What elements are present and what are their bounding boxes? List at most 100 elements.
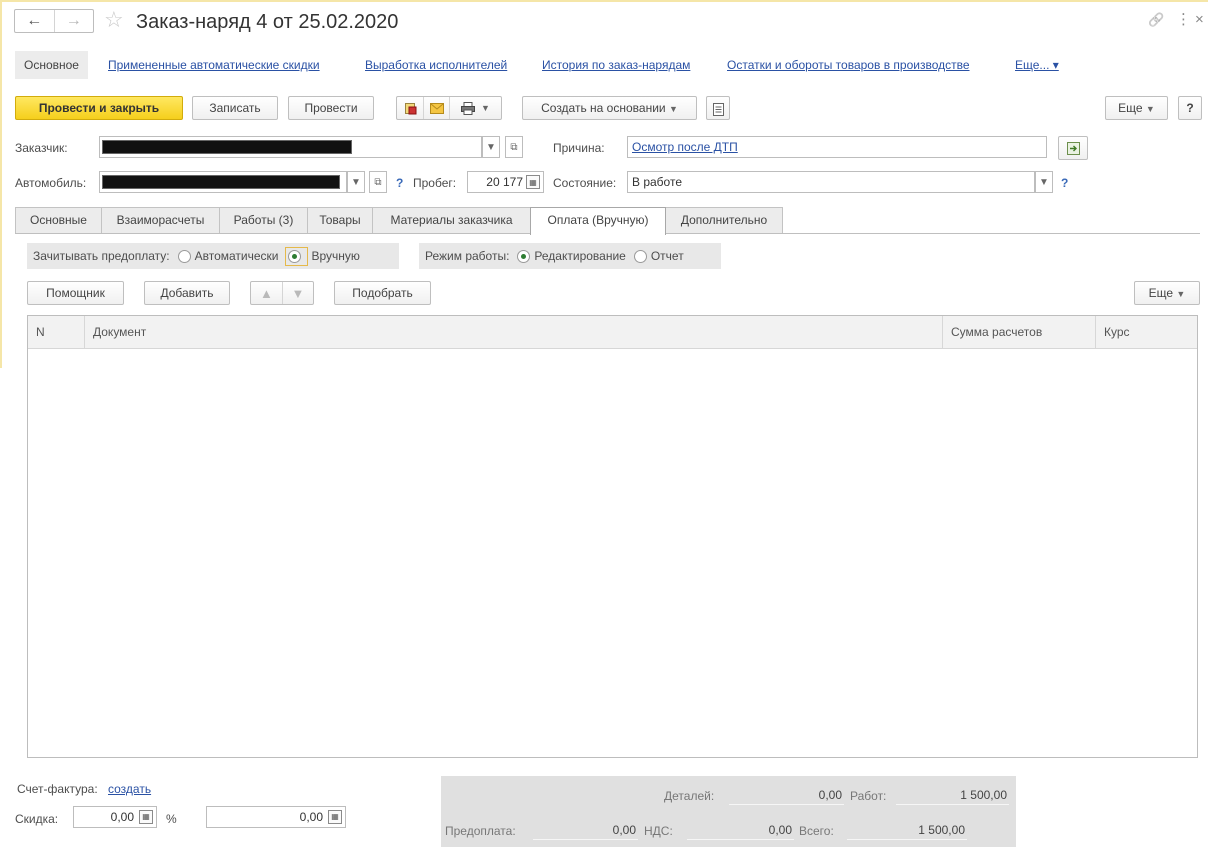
radio-automatic-label[interactable]: Автоматически bbox=[195, 249, 279, 263]
column-document[interactable]: Документ bbox=[84, 316, 942, 349]
reason-label: Причина: bbox=[553, 141, 605, 155]
works-label: Работ: bbox=[850, 789, 887, 803]
prepay-total-label: Предоплата: bbox=[445, 824, 516, 838]
column-n[interactable]: N bbox=[28, 316, 84, 349]
tab-works[interactable]: Работы (3) bbox=[219, 207, 308, 233]
radio-editing-label[interactable]: Редактирование bbox=[534, 249, 625, 263]
radio-report-label[interactable]: Отчет bbox=[651, 249, 684, 263]
more-menu-icon[interactable]: ⋮ bbox=[1176, 10, 1191, 30]
radio-manual-label[interactable]: Вручную bbox=[312, 249, 360, 263]
radio-automatic[interactable] bbox=[177, 249, 191, 263]
report-icon[interactable] bbox=[397, 97, 423, 119]
vat-label: НДС: bbox=[644, 824, 673, 838]
payments-table[interactable]: N Документ Сумма расчетов Курс bbox=[27, 315, 1198, 758]
move-down-arrow-icon[interactable]: ▼ bbox=[281, 282, 313, 304]
pick-button[interactable]: Подобрать bbox=[334, 281, 431, 305]
post-button[interactable]: Провести bbox=[288, 96, 374, 120]
reason-value[interactable]: Осмотр после ДТП bbox=[628, 137, 1046, 157]
prepay-total-value: 0,00 bbox=[533, 820, 638, 840]
calculator-icon[interactable]: ▦ bbox=[526, 175, 540, 189]
link-performers-output[interactable]: Выработка исполнителей bbox=[365, 58, 507, 72]
forward-arrow-icon[interactable]: → bbox=[53, 10, 94, 32]
discount-percent-value: 0,00 bbox=[110, 810, 134, 824]
more-button[interactable]: Еще ▼ bbox=[1105, 96, 1168, 120]
mileage-field[interactable]: 20 177 ▦ bbox=[467, 171, 544, 193]
tab-main[interactable]: Основные bbox=[15, 207, 102, 233]
mode-option-group: Режим работы: Редактирование Отчет bbox=[419, 243, 721, 269]
link-stock-turnover[interactable]: Остатки и обороты товаров в производстве bbox=[727, 58, 970, 72]
table-header: N Документ Сумма расчетов Курс bbox=[28, 316, 1197, 349]
move-buttons-group: ▲ ▼ bbox=[250, 281, 314, 305]
radio-editing[interactable] bbox=[517, 249, 531, 263]
window-title: Заказ-наряд 4 от 25.02.2020 bbox=[136, 11, 399, 33]
invoice-create-link[interactable]: создать bbox=[108, 782, 151, 796]
customer-label: Заказчик: bbox=[15, 141, 68, 155]
create-based-on-label: Создать на основании bbox=[541, 101, 666, 115]
discount-amount-field[interactable]: 0,00 ▦ bbox=[206, 806, 346, 828]
window-left-edge bbox=[0, 0, 2, 368]
calculator-icon[interactable]: ▦ bbox=[328, 810, 342, 824]
radio-manual-wrapper bbox=[284, 246, 308, 266]
document-structure-button[interactable] bbox=[706, 96, 730, 120]
tab-payment[interactable]: Оплата (Вручную) bbox=[530, 207, 666, 235]
create-based-on-button[interactable]: Создать на основании ▼ bbox=[522, 96, 697, 120]
save-button[interactable]: Записать bbox=[192, 96, 278, 120]
state-help-icon[interactable]: ? bbox=[1061, 176, 1068, 190]
chevron-down-icon: ▼ bbox=[1145, 104, 1155, 114]
customer-open-button[interactable]: ⧉ bbox=[505, 136, 523, 158]
command-main[interactable]: Основное bbox=[15, 51, 88, 79]
prepay-label: Зачитывать предоплату: bbox=[33, 249, 170, 263]
chevron-down-icon: ▼ bbox=[481, 103, 490, 113]
percent-sign: % bbox=[166, 812, 177, 826]
move-up-arrow-icon[interactable]: ▲ bbox=[251, 282, 282, 304]
link-icon[interactable]: 🔗 bbox=[1148, 10, 1164, 30]
post-and-close-button[interactable]: Провести и закрыть bbox=[15, 96, 183, 120]
column-settlement-sum[interactable]: Сумма расчетов bbox=[942, 316, 1095, 349]
car-dropdown-button[interactable]: ▼ bbox=[347, 171, 365, 193]
column-rate[interactable]: Курс bbox=[1095, 316, 1198, 349]
open-form-icon: ⧉ bbox=[374, 176, 382, 188]
radio-manual[interactable] bbox=[287, 249, 301, 263]
assistant-button[interactable]: Помощник bbox=[27, 281, 124, 305]
customer-dropdown-button[interactable]: ▼ bbox=[482, 136, 500, 158]
calculator-icon[interactable]: ▦ bbox=[139, 810, 153, 824]
chevron-down-icon: ▼ bbox=[668, 104, 678, 114]
total-label: Всего: bbox=[799, 824, 834, 838]
car-name-redacted bbox=[102, 175, 340, 189]
favorite-star-icon[interactable]: ☆ bbox=[104, 8, 124, 32]
discount-amount-value: 0,00 bbox=[299, 810, 323, 824]
printer-icon[interactable]: ▼ bbox=[449, 97, 501, 119]
tab-goods[interactable]: Товары bbox=[307, 207, 373, 233]
back-arrow-icon[interactable]: ← bbox=[15, 10, 54, 32]
mail-icon[interactable] bbox=[423, 97, 449, 119]
add-button[interactable]: Добавить bbox=[144, 281, 230, 305]
car-help-icon[interactable]: ? bbox=[396, 176, 403, 190]
vat-value: 0,00 bbox=[687, 820, 794, 840]
link-more-commands[interactable]: Еще... ▾ bbox=[1015, 58, 1059, 72]
chevron-down-icon: ▼ bbox=[1176, 289, 1186, 299]
customer-field[interactable] bbox=[99, 136, 482, 158]
navigation-buttons: ← → bbox=[14, 9, 94, 33]
car-open-button[interactable]: ⧉ bbox=[369, 171, 387, 193]
radio-report[interactable] bbox=[633, 249, 647, 263]
tab-settlements[interactable]: Взаиморасчеты bbox=[101, 207, 220, 233]
chevron-down-icon: ▼ bbox=[1039, 176, 1049, 188]
open-form-icon: ⧉ bbox=[510, 141, 518, 153]
totals-panel: Деталей: 0,00 Работ: 1 500,00 Предоплата… bbox=[441, 776, 1016, 847]
reason-field[interactable]: Осмотр после ДТП bbox=[627, 136, 1047, 158]
table-more-button[interactable]: Еще ▼ bbox=[1134, 281, 1200, 305]
mileage-label: Пробег: bbox=[413, 176, 457, 190]
link-applied-discounts[interactable]: Примененные автоматические скидки bbox=[108, 58, 320, 72]
link-order-history[interactable]: История по заказ-нарядам bbox=[542, 58, 690, 72]
discount-percent-field[interactable]: 0,00 ▦ bbox=[73, 806, 157, 828]
car-label: Автомобиль: bbox=[15, 176, 87, 190]
table-more-label: Еще bbox=[1148, 286, 1174, 300]
tab-customer-materials[interactable]: Материалы заказчика bbox=[372, 207, 531, 233]
car-field[interactable] bbox=[99, 171, 347, 193]
state-dropdown-button[interactable]: ▼ bbox=[1035, 171, 1053, 193]
close-icon[interactable]: × bbox=[1195, 10, 1204, 30]
reason-pick-button[interactable] bbox=[1058, 136, 1088, 160]
tab-additional[interactable]: Дополнительно bbox=[665, 207, 783, 233]
help-button[interactable]: ? bbox=[1178, 96, 1202, 120]
state-field[interactable]: В работе bbox=[627, 171, 1035, 193]
